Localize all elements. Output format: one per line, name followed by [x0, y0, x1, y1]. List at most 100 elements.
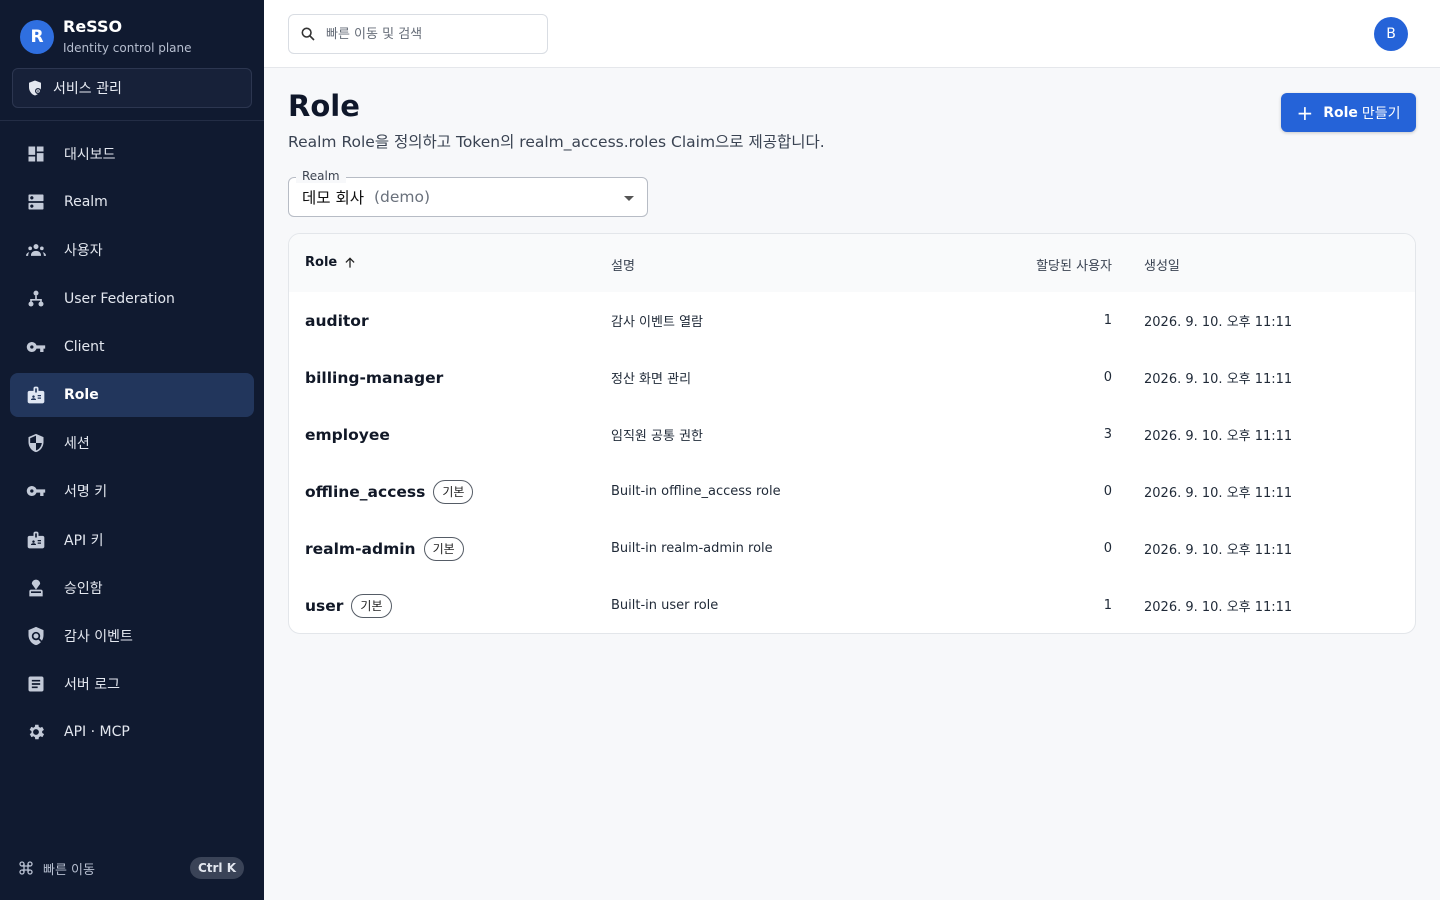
- role-name: realm-admin: [305, 539, 416, 558]
- sidebar-item-label: API 키: [64, 532, 104, 549]
- role-created-date: 2026. 9. 10. 오후 11:11: [1144, 543, 1293, 558]
- article-icon: [28, 676, 44, 692]
- badge-icon: [27, 531, 45, 548]
- sidebar-item-label: Client: [64, 338, 105, 355]
- sidebar-item-user-federation[interactable]: User Federation: [10, 277, 254, 321]
- role-created-date: 2026. 9. 10. 오후 11:11: [1144, 372, 1293, 387]
- default-badge: 기본: [423, 536, 464, 561]
- sidebar-item-label: 승인함: [64, 580, 103, 597]
- column-header-description[interactable]: 설명: [611, 255, 635, 274]
- page-description: Realm Role을 정의하고 Token의 realm_access.rol…: [288, 133, 825, 151]
- role-description: 감사 이벤트 열람: [611, 315, 703, 330]
- role-assigned-count: 1: [1103, 313, 1112, 328]
- dashboard-icon: [28, 146, 44, 162]
- role-name-cell: auditor: [305, 292, 369, 349]
- sidebar-item-label: 서명 키: [64, 484, 108, 501]
- table-row[interactable]: user 기본 Built-in user role 1 2026. 9. 10.…: [289, 577, 1415, 633]
- role-created-date: 2026. 9. 10. 오후 11:11: [1144, 486, 1293, 501]
- role-name: offline_access: [305, 482, 426, 501]
- badge-icon: [27, 386, 45, 404]
- brand[interactable]: R ReSSO Identity control plane: [20, 17, 192, 57]
- sidebar-item-role[interactable]: Role: [10, 372, 254, 417]
- sidebar-item-client[interactable]: Client: [10, 325, 254, 369]
- sidebar-item-label: 서버 로그: [64, 677, 120, 694]
- dns-icon: [28, 194, 44, 210]
- column-header-assigned[interactable]: 할당된 사용자: [1036, 255, 1112, 274]
- role-assigned-count: 0: [1103, 370, 1112, 385]
- table-row[interactable]: billing-manager 정산 화면 관리 0 2026. 9. 10. …: [289, 349, 1415, 406]
- sidebar-item-server-logs[interactable]: 서버 로그: [10, 662, 254, 706]
- column-header-role-label: Role: [305, 255, 338, 270]
- sidebar-item-label: 감사 이벤트: [64, 628, 133, 645]
- role-assigned-count: 0: [1103, 484, 1112, 499]
- sidebar-item-label: User Federation: [64, 290, 175, 307]
- quick-nav-shortcut: Ctrl K: [189, 857, 244, 879]
- service-manage-label: 서비스 관리: [53, 81, 122, 97]
- role-name: auditor: [305, 311, 369, 330]
- shield-icon: [28, 433, 44, 453]
- role-created-date: 2026. 9. 10. 오후 11:11: [1144, 315, 1293, 330]
- app-subtitle: Identity control plane: [63, 41, 192, 55]
- quick-nav-label: 빠른 이동: [43, 862, 95, 878]
- sidebar-item-dashboard[interactable]: 대시보드: [10, 132, 254, 176]
- sidebar-item-signing-keys[interactable]: 서명 키: [10, 469, 254, 513]
- column-header-role[interactable]: Role: [305, 255, 357, 270]
- service-manage-button[interactable]: 서비스 관리: [12, 68, 252, 108]
- group-icon: [26, 244, 46, 257]
- create-role-label-bold: Role: [1323, 104, 1358, 121]
- role-name-cell: billing-manager: [305, 349, 443, 406]
- table-row[interactable]: employee 임직원 공통 권한 3 2026. 9. 10. 오후 11:…: [289, 406, 1415, 463]
- default-badge: 기본: [433, 479, 474, 504]
- role-name: user: [305, 596, 344, 615]
- column-header-created[interactable]: 생성일: [1144, 255, 1180, 274]
- sidebar-item-label: Role: [64, 386, 99, 403]
- policy-icon: [28, 626, 44, 646]
- sidebar-item-users[interactable]: 사용자: [10, 228, 254, 272]
- sidebar-item-label: 세션: [64, 436, 90, 453]
- brand-logo: R: [20, 20, 54, 54]
- role-name-cell: user 기본: [305, 577, 392, 633]
- search-box[interactable]: [288, 14, 548, 54]
- sidebar-item-audit-events[interactable]: 감사 이벤트: [10, 614, 254, 658]
- realm-select[interactable]: 데모 회사 (demo): [288, 177, 648, 217]
- gear-icon: [29, 725, 45, 740]
- role-created-date: 2026. 9. 10. 오후 11:11: [1144, 429, 1293, 444]
- quick-nav[interactable]: 빠른 이동 Ctrl K: [18, 856, 244, 880]
- default-badge: 기본: [351, 593, 392, 618]
- sidebar-item-sessions[interactable]: 세션: [10, 421, 254, 465]
- sidebar-item-api-mcp[interactable]: API · MCP: [10, 710, 254, 754]
- sidebar-item-realm[interactable]: Realm: [10, 180, 254, 224]
- sidebar-item-approvals[interactable]: 승인함: [10, 566, 254, 610]
- shield-gear-icon: [29, 80, 41, 96]
- realm-select-slug: (demo): [373, 188, 431, 206]
- role-created-date: 2026. 9. 10. 오후 11:11: [1144, 600, 1293, 615]
- sidebar-item-api-keys[interactable]: API 키: [10, 518, 254, 562]
- table-row[interactable]: auditor 감사 이벤트 열람 1 2026. 9. 10. 오후 11:1…: [289, 292, 1415, 349]
- search-icon: [301, 27, 315, 41]
- app-name: ReSSO: [63, 17, 123, 36]
- roles-table: Role 설명 할당된 사용자 생성일 auditor 감사 이벤트 열람 1 …: [288, 233, 1416, 634]
- sidebar-nav: 대시보드 Realm 사용자 User Federation Client Ro…: [10, 132, 254, 758]
- realm-select-label: Realm: [296, 169, 346, 183]
- role-description: Built-in realm-admin role: [611, 541, 773, 556]
- sidebar-item-label: 사용자: [64, 243, 103, 260]
- role-description: 정산 화면 관리: [611, 372, 692, 387]
- role-name-cell: employee: [305, 406, 390, 463]
- sidebar-item-label: Realm: [64, 194, 108, 211]
- role-description: Built-in offline_access role: [611, 484, 781, 499]
- sidebar-divider: [0, 120, 264, 121]
- sidebar-item-label: API · MCP: [64, 724, 130, 741]
- create-role-button[interactable]: + Role 만들기: [1281, 93, 1416, 132]
- chevron-down-icon: [624, 196, 634, 201]
- key-icon: [26, 341, 46, 352]
- table-row[interactable]: realm-admin 기본 Built-in realm-admin role …: [289, 520, 1415, 577]
- topbar: B: [264, 0, 1440, 68]
- search-input[interactable]: [326, 26, 526, 42]
- role-name: billing-manager: [305, 368, 444, 387]
- avatar[interactable]: B: [1374, 17, 1408, 51]
- key-icon: [26, 486, 46, 497]
- command-icon: [19, 861, 33, 875]
- approval-icon: [29, 579, 43, 597]
- table-row[interactable]: offline_access 기본 Built-in offline_access…: [289, 463, 1415, 520]
- role-assigned-count: 1: [1103, 598, 1112, 613]
